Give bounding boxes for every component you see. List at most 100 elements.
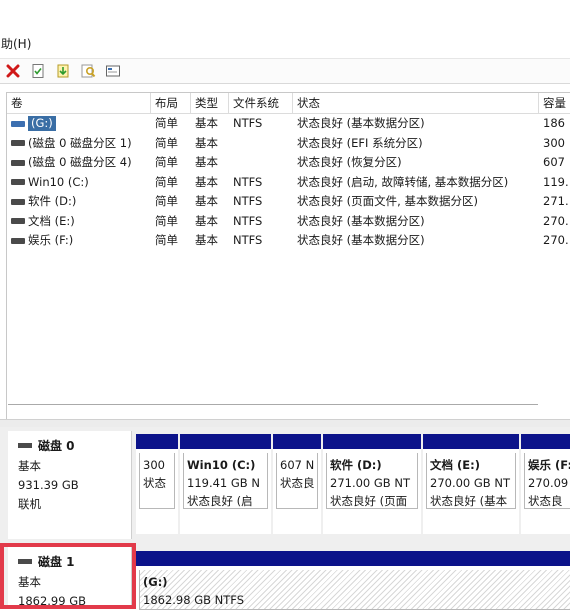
partition-size: 300: [143, 458, 165, 472]
volume-filesystem: [229, 134, 293, 154]
disk-0-name: 磁盘 0: [38, 439, 75, 453]
partition-name: 娱乐 (F:): [528, 458, 570, 472]
volume-type: 基本: [195, 233, 218, 247]
table-row[interactable]: Win10 (C:) 简单 基本 NTFS 状态良好 (启动, 故障转储, 基本…: [7, 173, 570, 193]
disk-0-size: 931.39 GB: [18, 478, 79, 492]
partition-status: 状态良好 (基本: [430, 494, 508, 508]
volume-name: 文档 (E:): [28, 213, 75, 228]
partition-name: 软件 (D:): [330, 458, 382, 472]
partition-status: 状态良: [528, 494, 563, 508]
volume-filesystem: NTFS: [233, 233, 263, 247]
volume-status: 状态良好 (基本数据分区): [297, 116, 425, 130]
partition-recovery[interactable]: 607 N 状态良: [273, 434, 321, 534]
menu-bar: 助(H): [0, 32, 570, 54]
partition-f[interactable]: 娱乐 (F:) 270.09 状态良: [521, 434, 570, 534]
volume-type: 基本: [195, 194, 218, 208]
volume-icon: [11, 237, 25, 244]
partition-status: 状态良好 (页面: [330, 494, 408, 508]
refresh-icon[interactable]: [52, 61, 73, 82]
column-header-type[interactable]: 类型: [191, 93, 229, 113]
partition-d[interactable]: 软件 (D:) 271.00 GB NT 状态良好 (页面: [323, 434, 421, 534]
column-header-filesystem[interactable]: 文件系统: [229, 93, 293, 113]
volume-layout: 简单: [155, 155, 178, 169]
disk-0-label[interactable]: 磁盘 0 基本 931.39 GB 联机: [8, 431, 132, 539]
volume-status: 状态良好 (恢复分区): [297, 155, 402, 169]
volume-icon: [11, 218, 25, 225]
volume-filesystem: NTFS: [233, 116, 263, 130]
volume-status: 状态良好 (基本数据分区): [297, 213, 425, 228]
column-header-status[interactable]: 状态: [293, 93, 539, 113]
disk-0-type: 基本: [18, 459, 41, 473]
table-row[interactable]: (磁盘 0 磁盘分区 1) 简单 基本 状态良好 (EFI 系统分区) 300: [7, 134, 570, 154]
volume-layout: 简单: [155, 116, 178, 130]
volume-icon: [11, 140, 25, 147]
volume-status: 状态良好 (启动, 故障转储, 基本数据分区): [297, 174, 509, 189]
title-strip: [0, 0, 570, 30]
partition-c[interactable]: Win10 (C:) 119.41 GB N 状态良好 (启: [180, 434, 271, 534]
menu-help[interactable]: 助(H): [0, 35, 31, 52]
partition-size: 270.00 GB NT: [430, 476, 510, 490]
partition-status: 状态良: [280, 476, 315, 490]
volume-list-header: 卷 布局 类型 文件系统 状态 容量: [7, 93, 570, 114]
horizontal-scrollbar[interactable]: [8, 404, 538, 405]
volume-layout: 简单: [155, 233, 178, 247]
volume-filesystem: NTFS: [233, 194, 263, 208]
toolbar: [0, 58, 570, 84]
partition-size: 270.09: [528, 476, 569, 490]
volume-type: 基本: [195, 135, 218, 150]
partition-size: 607 N: [280, 458, 315, 472]
volume-icon: [11, 120, 25, 127]
volume-name: (G:): [28, 116, 56, 132]
volume-icon: [11, 159, 25, 166]
volume-status: 状态良好 (基本数据分区): [297, 233, 425, 247]
partition-status: 状态: [143, 476, 166, 490]
partition-size: 271.00 GB NT: [330, 476, 410, 490]
volume-capacity: 186: [543, 116, 565, 130]
partition-g[interactable]: (G:) 1862.98 GB NTFS: [136, 551, 570, 611]
table-row[interactable]: 文档 (E:) 简单 基本 NTFS 状态良好 (基本数据分区) 270.: [7, 212, 570, 232]
table-row[interactable]: (G:) 简单 基本 NTFS 状态良好 (基本数据分区) 186: [7, 114, 570, 134]
volume-type: 基本: [195, 213, 218, 228]
partition-name: Win10 (C:): [187, 458, 256, 472]
volume-icon: [11, 179, 25, 186]
volume-layout: 简单: [155, 174, 178, 189]
volume-icon: [11, 198, 25, 205]
properties-icon[interactable]: [27, 61, 48, 82]
volume-capacity: 607: [543, 155, 565, 169]
volume-name: (磁盘 0 磁盘分区 1): [28, 135, 132, 150]
help-search-icon[interactable]: [77, 61, 98, 82]
volume-type: 基本: [195, 155, 218, 169]
delete-icon[interactable]: [2, 61, 23, 82]
volume-type: 基本: [195, 174, 218, 189]
table-row[interactable]: (磁盘 0 磁盘分区 4) 简单 基本 状态良好 (恢复分区) 607: [7, 153, 570, 173]
volume-list: 卷 布局 类型 文件系统 状态 容量 (G:) 简单 基本 NTFS 状态良好 …: [6, 92, 570, 421]
volume-capacity: 271.: [543, 194, 569, 208]
column-header-layout[interactable]: 布局: [151, 93, 191, 113]
volume-name: 娱乐 (F:): [28, 233, 74, 247]
volume-capacity: 300: [543, 135, 565, 150]
partition-name: (G:): [143, 575, 168, 589]
volume-layout: 简单: [155, 213, 178, 228]
volume-type: 基本: [195, 116, 218, 130]
disk-icon: [18, 443, 32, 448]
volume-layout: 简单: [155, 135, 178, 150]
partition-status: 状态良好 (启: [187, 494, 253, 508]
volume-filesystem: NTFS: [233, 174, 263, 189]
volume-capacity: 119.: [543, 174, 569, 189]
partition-efi[interactable]: 300 状态: [136, 434, 178, 534]
partition-size: 119.41 GB N: [187, 476, 260, 490]
volume-layout: 简单: [155, 194, 178, 208]
column-header-capacity[interactable]: 容量: [539, 93, 570, 113]
volume-name: 软件 (D:): [28, 194, 77, 208]
volume-name: Win10 (C:): [28, 174, 89, 189]
volume-status: 状态良好 (页面文件, 基本数据分区): [297, 194, 478, 208]
table-row[interactable]: 娱乐 (F:) 简单 基本 NTFS 状态良好 (基本数据分区) 270.: [7, 231, 570, 251]
column-header-volume[interactable]: 卷: [7, 93, 151, 113]
partition-e[interactable]: 文档 (E:) 270.00 GB NT 状态良好 (基本: [423, 434, 519, 534]
partition-size: 1862.98 GB NTFS: [143, 593, 245, 607]
volume-capacity: 270.: [543, 213, 569, 228]
partition-name: 文档 (E:): [430, 458, 480, 472]
view-icon[interactable]: [102, 61, 123, 82]
table-row[interactable]: 软件 (D:) 简单 基本 NTFS 状态良好 (页面文件, 基本数据分区) 2…: [7, 192, 570, 212]
annotation-highlight-box: [0, 543, 136, 609]
